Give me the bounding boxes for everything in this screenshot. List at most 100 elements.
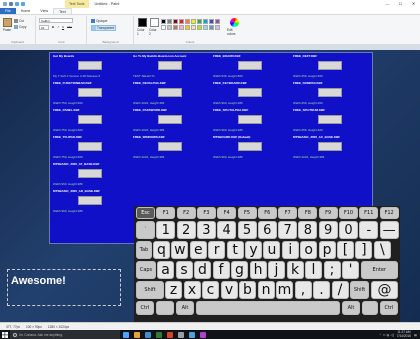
palette-swatch[interactable]: [197, 25, 202, 30]
taskbar-app-icon[interactable]: [186, 330, 197, 339]
palette-swatch[interactable]: [173, 19, 178, 24]
edit-colors-button[interactable]: Edit colors: [227, 18, 241, 36]
key-symbol[interactable]: ,: [294, 281, 312, 299]
key-1[interactable]: 1: [156, 221, 176, 239]
key-esc[interactable]: Esc: [136, 207, 155, 219]
palette-swatch[interactable]: [161, 19, 166, 24]
key-symbol[interactable]: -: [359, 221, 379, 239]
color2-button[interactable]: Color 2: [149, 18, 159, 36]
key-r[interactable]: r: [208, 241, 226, 259]
key-l[interactable]: l: [305, 261, 322, 279]
maximize-button[interactable]: ☐: [394, 0, 407, 8]
taskbar-app-icon[interactable]: [142, 330, 153, 339]
key-h[interactable]: h: [249, 261, 267, 279]
close-button[interactable]: ✕: [407, 0, 420, 8]
key-3[interactable]: 3: [196, 221, 216, 239]
key-symbol[interactable]: ;: [323, 261, 341, 279]
tab-file[interactable]: File: [0, 8, 16, 14]
key-blank[interactable]: [196, 301, 340, 315]
key-v[interactable]: v: [220, 281, 238, 299]
palette-swatch[interactable]: [161, 25, 166, 30]
key-c[interactable]: c: [202, 281, 219, 299]
opaque-button[interactable]: Opaque: [91, 19, 107, 23]
tray-icons[interactable]: ⌃ ▭ ◍ ◁): [379, 333, 394, 337]
palette-swatch[interactable]: [191, 19, 196, 24]
key-f8[interactable]: F8: [298, 207, 318, 219]
key-o[interactable]: o: [300, 241, 318, 259]
key-alt[interactable]: Alt: [342, 301, 360, 315]
palette-swatch[interactable]: [203, 19, 208, 24]
tab-text[interactable]: Text: [53, 8, 72, 14]
key-k[interactable]: k: [286, 261, 304, 279]
palette-swatch[interactable]: [179, 25, 184, 30]
key-f6[interactable]: F6: [257, 207, 277, 219]
transparent-button[interactable]: Transparent: [91, 25, 117, 31]
palette-swatch[interactable]: [215, 19, 220, 24]
key-f11[interactable]: F11: [359, 207, 379, 219]
key-symbol[interactable]: ': [342, 261, 359, 279]
key-f12[interactable]: F12: [379, 207, 399, 219]
key-blank[interactable]: [156, 301, 174, 315]
key-ctrl[interactable]: Ctrl: [136, 301, 154, 315]
palette-swatch[interactable]: [203, 25, 208, 30]
clock[interactable]: 11:27 AM 7/14/2016: [397, 330, 411, 338]
palette-swatch[interactable]: [167, 25, 172, 30]
taskbar-app-icon[interactable]: [164, 330, 175, 339]
key-f[interactable]: f: [212, 261, 230, 279]
font-size-select[interactable]: 24: [39, 25, 49, 30]
key-symbol[interactable]: @: [371, 281, 398, 299]
key-ctrl[interactable]: Ctrl: [380, 301, 398, 315]
key-symbol[interactable]: .: [313, 281, 330, 299]
key-z[interactable]: z: [165, 281, 182, 299]
key-m[interactable]: m: [276, 281, 293, 299]
bold-button[interactable]: B: [51, 25, 55, 29]
color1-button[interactable]: Color 1: [137, 18, 147, 36]
key-f7[interactable]: F7: [278, 207, 298, 219]
key-a[interactable]: a: [157, 261, 174, 279]
key-symbol[interactable]: /: [331, 281, 349, 299]
start-button[interactable]: [0, 330, 10, 339]
palette-swatch[interactable]: [179, 19, 184, 24]
key-t[interactable]: t: [226, 241, 244, 259]
strikethrough-button[interactable]: abc: [66, 25, 73, 29]
taskbar-app-icon[interactable]: [175, 330, 186, 339]
cut-button[interactable]: Cut: [14, 19, 24, 23]
key-5[interactable]: 5: [237, 221, 257, 239]
palette-swatch[interactable]: [167, 19, 172, 24]
key-8[interactable]: 8: [298, 221, 318, 239]
key-f2[interactable]: F2: [176, 207, 196, 219]
key-symbol[interactable]: [: [337, 241, 354, 259]
palette-swatch[interactable]: [173, 25, 178, 30]
taskbar-app-icon[interactable]: [131, 330, 142, 339]
redo-icon[interactable]: [21, 2, 25, 6]
key-u[interactable]: u: [263, 241, 281, 259]
palette-swatch[interactable]: [185, 19, 190, 24]
notification-center-icon[interactable]: ▤: [414, 333, 417, 337]
key-w[interactable]: w: [171, 241, 189, 259]
taskbar-app-icon[interactable]: [197, 330, 208, 339]
canvas-text[interactable]: Awesome!: [11, 275, 66, 287]
key-9[interactable]: 9: [318, 221, 338, 239]
key-f10[interactable]: F10: [339, 207, 358, 219]
key-b[interactable]: b: [239, 281, 256, 299]
copy-button[interactable]: Copy: [14, 25, 26, 29]
key-symbol[interactable]: `: [136, 221, 155, 239]
key-tab[interactable]: Tab: [136, 241, 152, 259]
key-4[interactable]: 4: [217, 221, 237, 239]
key-s[interactable]: s: [175, 261, 193, 279]
key-6[interactable]: 6: [257, 221, 277, 239]
key-symbol[interactable]: ]: [355, 241, 373, 259]
key-e[interactable]: e: [189, 241, 207, 259]
undo-icon[interactable]: [15, 2, 19, 6]
key-alt[interactable]: Alt: [176, 301, 194, 315]
underline-button[interactable]: U: [61, 25, 65, 29]
key-0[interactable]: 0: [339, 221, 358, 239]
paste-button[interactable]: Paste: [2, 18, 12, 32]
tab-view[interactable]: View: [35, 8, 53, 14]
palette-swatch[interactable]: [209, 25, 214, 30]
key-i[interactable]: i: [281, 241, 299, 259]
key-y[interactable]: y: [245, 241, 262, 259]
key-shift[interactable]: Shift: [136, 281, 164, 299]
key-f9[interactable]: F9: [318, 207, 338, 219]
key-blank[interactable]: [362, 301, 378, 315]
